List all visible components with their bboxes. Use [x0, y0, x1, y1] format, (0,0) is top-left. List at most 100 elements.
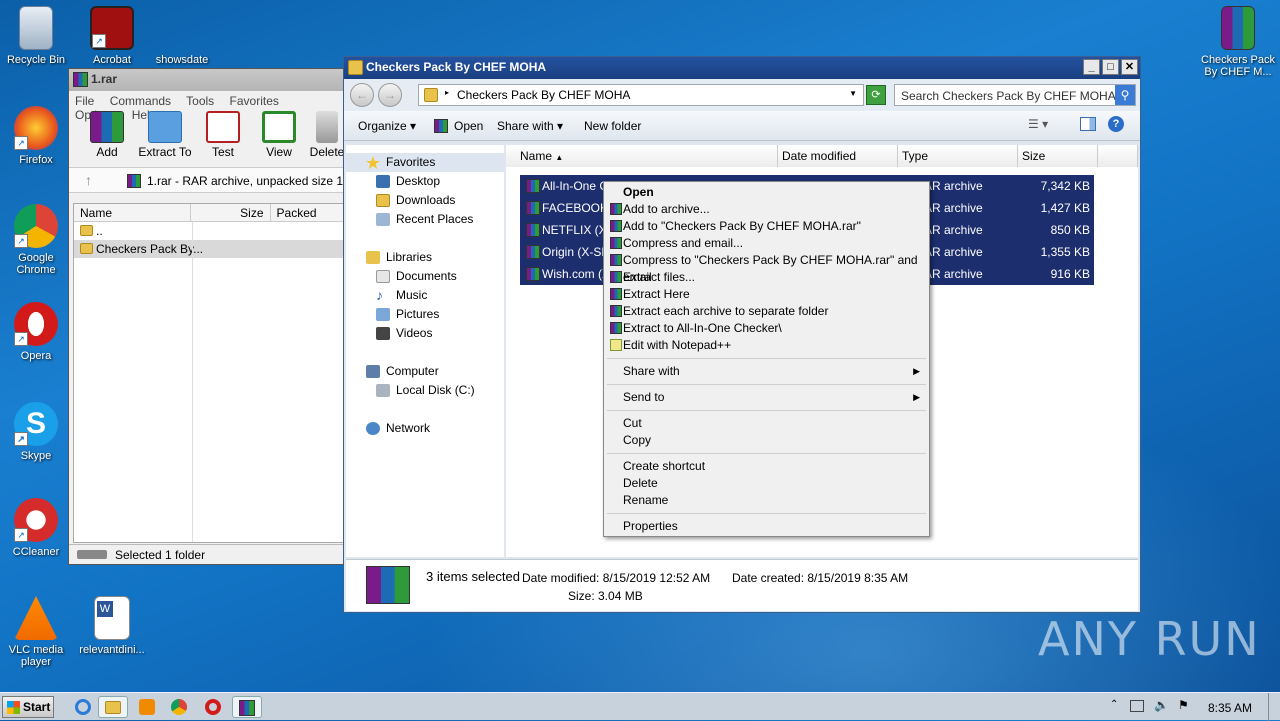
volume-tray-icon[interactable]: 🔈 [1154, 698, 1169, 712]
nav-network[interactable]: Network [346, 419, 504, 438]
col-size[interactable]: Size [191, 204, 271, 221]
menu-item-compress-to-rar-email[interactable]: Compress to "Checkers Pack By CHEF MOHA.… [607, 252, 926, 284]
desktop-icon-ccleaner[interactable]: ↗ CCleaner [0, 498, 72, 558]
list-item[interactable]: Checkers Pack By... [74, 240, 344, 258]
menu-item-extract-each[interactable]: Extract each archive to separate folder [607, 303, 926, 320]
view-options-icon[interactable]: ☰ ▾ [1028, 117, 1048, 131]
view-button[interactable]: View [249, 111, 309, 159]
menu-item-open[interactable]: Open [607, 184, 926, 201]
explorer-titlebar[interactable]: Checkers Pack By CHEF MOHA _ □ ✕ [344, 57, 1140, 79]
column-date-modified[interactable]: Date modified [778, 145, 898, 167]
menu-tools[interactable]: Tools [186, 94, 214, 108]
refresh-icon[interactable]: ⟳ [866, 85, 886, 105]
menu-item-rename[interactable]: Rename [607, 492, 926, 509]
menu-item-edit-notepad[interactable]: Edit with Notepad++ [607, 337, 926, 354]
test-button[interactable]: Test [193, 111, 253, 159]
search-icon[interactable]: ⚲ [1115, 85, 1135, 105]
menu-item-send-to[interactable]: Send to ▶ [607, 389, 926, 406]
menu-item-compress-email[interactable]: Compress and email... [607, 235, 926, 252]
taskbar-ie-icon[interactable] [68, 696, 98, 718]
chevron-right-icon[interactable]: ▸ [445, 88, 449, 97]
desktop-icon-checkers-pack[interactable]: Checkers Pack By CHEF M... [1198, 6, 1278, 78]
list-item-label: .. [96, 224, 103, 238]
nav-music[interactable]: ♪ Music [346, 286, 504, 305]
desktop-icon-acrobat[interactable]: ↗ Acrobat [76, 6, 148, 66]
menu-item-extract-to-folder[interactable]: Extract to All-In-One Checker\ [607, 320, 926, 337]
nav-computer[interactable]: Computer [346, 362, 504, 381]
nav-documents[interactable]: Documents [346, 267, 504, 286]
open-button[interactable]: Open [434, 119, 483, 133]
desktop-icon-showsdate[interactable]: showsdate [146, 6, 218, 66]
extract-to-button[interactable]: Extract To [135, 111, 195, 159]
column-type[interactable]: Type [898, 145, 1018, 167]
add-button[interactable]: Add [77, 111, 137, 159]
desktop-icon-vlc[interactable]: VLC media player [0, 596, 72, 668]
menu-item-delete[interactable]: Delete [607, 475, 926, 492]
menu-item-extract-files[interactable]: Extract files... [607, 269, 926, 286]
search-field[interactable]: Search Checkers Pack By CHEF MOHA ⚲ [894, 84, 1136, 106]
menu-item-cut[interactable]: Cut [607, 415, 926, 432]
address-field[interactable]: ▸ Checkers Pack By CHEF MOHA ▼ [418, 84, 864, 106]
winrar-titlebar[interactable]: 1.rar [69, 69, 347, 91]
nav-downloads[interactable]: Downloads [346, 191, 504, 210]
help-icon[interactable]: ? [1108, 116, 1124, 132]
desktop-icon-firefox[interactable]: ↗ Firefox [0, 106, 72, 166]
col-packed[interactable]: Packed [271, 204, 344, 221]
menu-item-create-shortcut[interactable]: Create shortcut [607, 458, 926, 475]
desktop-icon-opera[interactable]: ↗ Opera [0, 302, 72, 362]
taskbar-chrome-icon[interactable] [164, 696, 194, 718]
explorer-title: Checkers Pack By CHEF MOHA [366, 60, 547, 74]
taskbar-opera-icon[interactable] [198, 696, 228, 718]
taskbar-explorer-icon[interactable] [98, 696, 128, 718]
desktop-icon-recycle-bin[interactable]: Recycle Bin [0, 6, 72, 66]
list-item[interactable]: .. [74, 222, 344, 240]
action-center-flag-icon[interactable]: ⚑ [1178, 698, 1189, 712]
back-button[interactable]: ← [350, 83, 374, 107]
nav-libraries[interactable]: Libraries [346, 248, 504, 267]
organize-button[interactable]: Organize ▾ [358, 119, 416, 133]
column-size[interactable]: Size [1018, 145, 1098, 167]
close-button[interactable]: ✕ [1121, 59, 1138, 75]
share-with-button[interactable]: Share with ▾ [497, 119, 563, 133]
archive-path[interactable]: 1.rar - RAR archive, unpacked size 12,17 [147, 174, 366, 188]
nav-label: Videos [396, 326, 433, 340]
desktop-icon-word-doc[interactable]: W relevantdini... [76, 596, 148, 656]
music-icon: ♪ [376, 287, 383, 303]
menu-favorites[interactable]: Favorites [230, 94, 279, 108]
nav-pictures[interactable]: Pictures [346, 305, 504, 324]
winrar-window[interactable]: 1.rar File Commands Tools Favorites Opti… [68, 68, 366, 565]
network-tray-icon[interactable] [1130, 700, 1144, 712]
menu-item-add-to-archive[interactable]: Add to archive... [607, 201, 926, 218]
forward-button[interactable]: → [378, 83, 402, 107]
show-desktop-button[interactable] [1268, 693, 1280, 721]
desktop-icon-skype[interactable]: S ↗ Skype [0, 402, 72, 462]
preview-pane-icon[interactable] [1080, 117, 1096, 131]
menu-item-share-with[interactable]: Share with ▶ [607, 363, 926, 380]
minimize-button[interactable]: _ [1083, 59, 1100, 75]
nav-label: Libraries [386, 250, 433, 264]
chevron-down-icon[interactable]: ▼ [849, 89, 857, 98]
nav-local-disk[interactable]: Local Disk (C:) [346, 381, 504, 400]
menu-commands[interactable]: Commands [110, 94, 171, 108]
col-name[interactable]: Name [74, 204, 192, 221]
column-name[interactable]: Name ▲ [506, 145, 778, 167]
menu-item-add-to-rar[interactable]: Add to "Checkers Pack By CHEF MOHA.rar" [607, 218, 926, 235]
menu-item-extract-here[interactable]: Extract Here [607, 286, 926, 303]
taskbar-winrar-icon[interactable] [232, 696, 262, 718]
menu-item-properties[interactable]: Properties [607, 518, 926, 535]
taskbar-media-player-icon[interactable] [132, 696, 162, 718]
clock[interactable]: 8:35 AM [1208, 701, 1252, 715]
up-arrow-icon[interactable]: ↑ [85, 172, 92, 188]
maximize-button[interactable]: □ [1102, 59, 1119, 75]
new-folder-button[interactable]: New folder [584, 119, 641, 133]
drive-icon [77, 550, 107, 559]
nav-favorites[interactable]: Favorites [346, 153, 504, 172]
nav-recent-places[interactable]: Recent Places [346, 210, 504, 229]
menu-file[interactable]: File [75, 94, 94, 108]
show-hidden-icons[interactable]: ⌃ [1110, 699, 1118, 710]
start-button[interactable]: Start [2, 696, 54, 718]
nav-videos[interactable]: Videos [346, 324, 504, 343]
desktop-icon-chrome[interactable]: ↗ Google Chrome [0, 204, 72, 276]
menu-item-copy[interactable]: Copy [607, 432, 926, 449]
nav-desktop[interactable]: Desktop [346, 172, 504, 191]
